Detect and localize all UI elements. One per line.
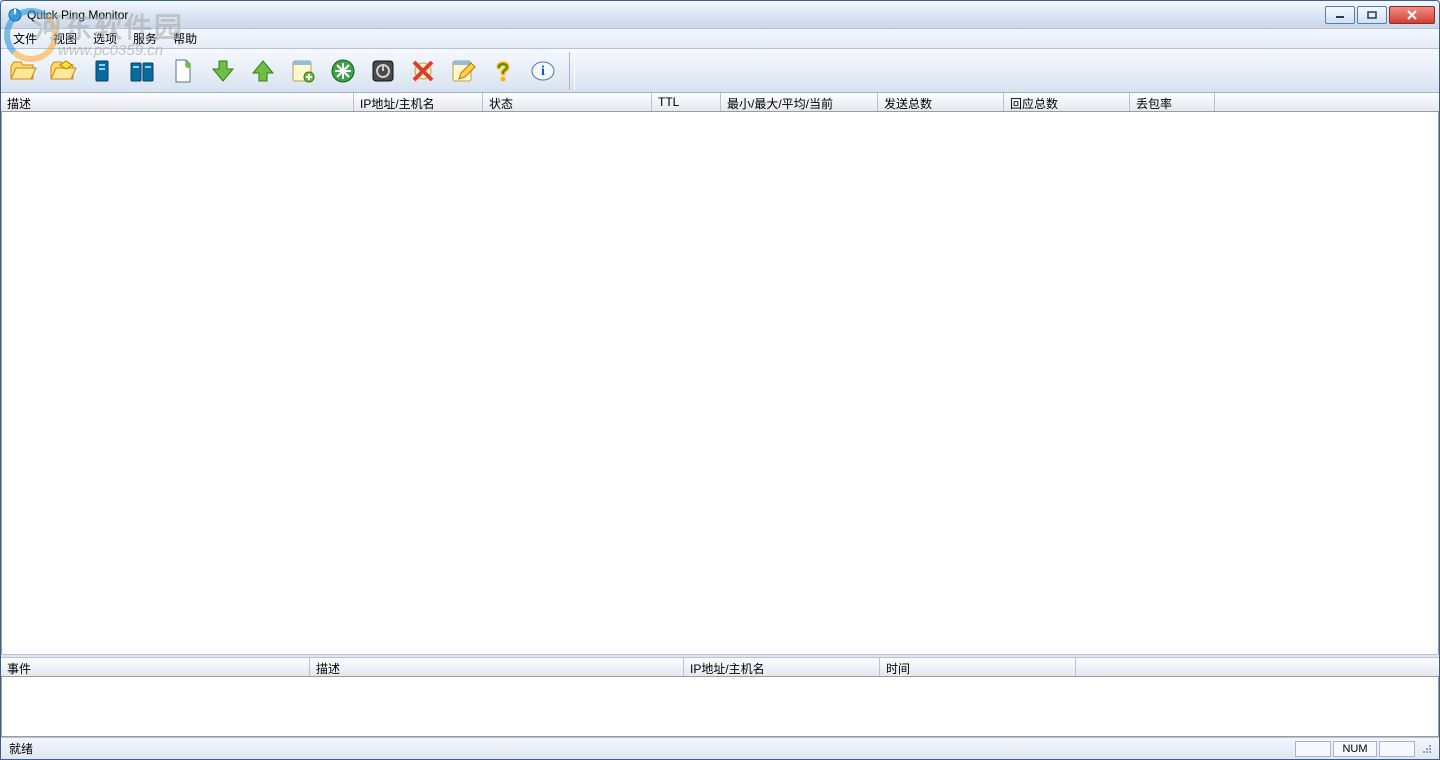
col-ip-host[interactable]: IP地址/主机名 <box>354 93 483 111</box>
svg-text:i: i <box>541 64 545 79</box>
col-status[interactable]: 状态 <box>483 93 652 111</box>
col-minmax[interactable]: 最小/最大/平均/当前 <box>721 93 878 111</box>
col-event-filler[interactable] <box>1076 658 1439 676</box>
resize-grip-icon[interactable] <box>1419 741 1435 757</box>
toolbar: i <box>1 49 1439 93</box>
col-description[interactable]: 描述 <box>1 93 354 111</box>
options-icon[interactable] <box>325 53 361 89</box>
up-arrow-icon[interactable] <box>245 53 281 89</box>
col-ttl[interactable]: TTL <box>652 93 721 111</box>
event-table-header: 事件 描述 IP地址/主机名 时间 <box>1 658 1439 677</box>
open-mail-icon[interactable] <box>45 53 81 89</box>
status-well-1 <box>1295 741 1331 757</box>
single-host-icon[interactable] <box>85 53 121 89</box>
multi-host-icon[interactable] <box>125 53 161 89</box>
menubar: 文件 视图 选项 服务 帮助 <box>1 29 1439 49</box>
col-sent[interactable]: 发送总数 <box>878 93 1004 111</box>
status-text: 就绪 <box>5 740 33 757</box>
col-main-filler[interactable] <box>1215 93 1439 111</box>
col-event-desc[interactable]: 描述 <box>310 658 684 676</box>
menu-service[interactable]: 服务 <box>125 29 165 48</box>
status-well-3 <box>1379 741 1415 757</box>
edit-icon[interactable] <box>445 53 481 89</box>
help-icon[interactable] <box>485 53 521 89</box>
maximize-button[interactable] <box>1357 6 1387 24</box>
minimize-button[interactable] <box>1325 6 1355 24</box>
close-button[interactable] <box>1389 6 1435 24</box>
status-numlock: NUM <box>1333 741 1377 757</box>
about-icon[interactable]: i <box>525 53 561 89</box>
col-event-ip[interactable]: IP地址/主机名 <box>684 658 880 676</box>
note-add-icon[interactable] <box>285 53 321 89</box>
col-received[interactable]: 回应总数 <box>1004 93 1130 111</box>
main-list-pane[interactable] <box>1 112 1439 654</box>
menu-file[interactable]: 文件 <box>5 29 45 48</box>
app-icon <box>7 7 23 23</box>
col-event-time[interactable]: 时间 <box>880 658 1076 676</box>
statusbar: 就绪 NUM <box>1 737 1439 759</box>
menu-options[interactable]: 选项 <box>85 29 125 48</box>
col-event[interactable]: 事件 <box>1 658 310 676</box>
col-loss[interactable]: 丢包率 <box>1130 93 1215 111</box>
titlebar[interactable]: Quick Ping Monitor <box>1 1 1439 29</box>
down-arrow-icon[interactable] <box>205 53 241 89</box>
menu-help[interactable]: 帮助 <box>165 29 205 48</box>
stop-icon[interactable] <box>365 53 401 89</box>
main-table-header: 描述 IP地址/主机名 状态 TTL 最小/最大/平均/当前 发送总数 回应总数… <box>1 93 1439 112</box>
window-title: Quick Ping Monitor <box>27 8 128 22</box>
menu-view[interactable]: 视图 <box>45 29 85 48</box>
app-window: Quick Ping Monitor 文件 视图 选项 服务 帮助 <box>0 0 1440 760</box>
delete-icon[interactable] <box>405 53 441 89</box>
toolbar-handle[interactable] <box>569 52 575 90</box>
page-icon[interactable] <box>165 53 201 89</box>
event-list-pane[interactable] <box>1 677 1439 737</box>
open-folder-icon[interactable] <box>5 53 41 89</box>
